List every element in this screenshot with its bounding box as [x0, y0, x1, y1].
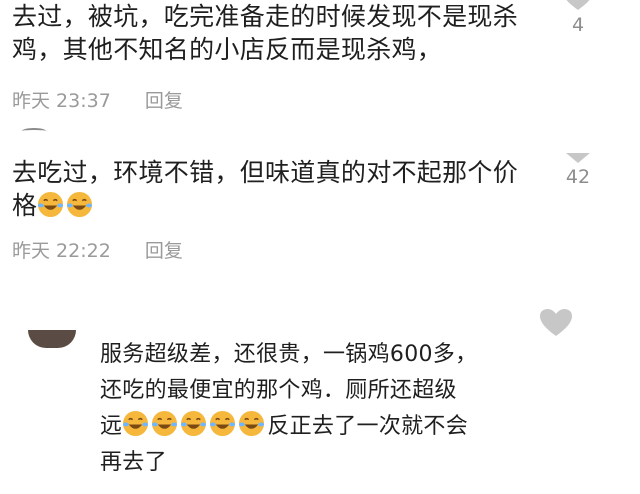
laughing-crying-emoji-icon: [67, 191, 93, 218]
comment-item: 去过，被坑，吃完准备走的时候发现不是现杀 鸡，其他不知名的小店反而是现杀鸡， 昨…: [0, 0, 640, 120]
reply-button[interactable]: 回复: [145, 240, 183, 262]
like-button[interactable]: 4: [558, 0, 598, 36]
comment-line: 服务超级差，还很贵，一锅鸡600多，: [100, 342, 478, 367]
comment-text: 去吃过，环境不错，但味道真的对不起那个价 格: [12, 156, 518, 222]
comment-line-text: 反正去了一次就不会: [267, 414, 469, 439]
comment-time: 昨天 22:22: [12, 240, 111, 262]
laughing-crying-emoji-icon: [123, 410, 149, 437]
laughing-crying-emoji-icon: [210, 410, 236, 437]
comment-item: 去吃过，环境不错，但味道真的对不起那个价 格 昨天 22:22 回复 42: [0, 150, 640, 270]
like-count: 4: [571, 14, 585, 36]
laughing-crying-emoji-icon: [239, 410, 265, 437]
comment-meta: 昨天 22:22 回复: [12, 236, 183, 263]
comment-time: 昨天 23:37: [12, 90, 111, 112]
like-count: 42: [565, 166, 591, 188]
heart-icon: [566, 153, 590, 163]
laughing-crying-emoji-icon: [152, 410, 178, 437]
laughing-crying-emoji-icon: [181, 410, 207, 437]
reply-button[interactable]: 回复: [145, 90, 183, 112]
comment-line: 还吃的最便宜的那个鸡．厕所还超级: [100, 378, 457, 403]
comment-text: 去过，被坑，吃完准备走的时候发现不是现杀 鸡，其他不知名的小店反而是现杀鸡，: [12, 0, 518, 66]
comment-text: 服务超级差，还很贵，一锅鸡600多， 还吃的最便宜的那个鸡．厕所还超级 远 反正去…: [100, 337, 477, 481]
comment-line: 去吃过，环境不错，但味道真的对不起那个价: [12, 158, 519, 187]
avatar[interactable]: [28, 330, 76, 348]
comment-meta: 昨天 23:37 回复: [12, 86, 183, 113]
avatar[interactable]: [22, 128, 46, 134]
comment-line-text: 格: [12, 191, 38, 220]
heart-icon: [540, 309, 572, 336]
like-button[interactable]: 42: [558, 152, 598, 188]
comment-item: 服务超级差，还很贵，一锅鸡600多， 还吃的最便宜的那个鸡．厕所还超级 远 反正去…: [0, 300, 640, 494]
comment-line: 再去了: [100, 450, 167, 475]
comment-line-text: 远: [100, 414, 123, 439]
heart-icon: [566, 0, 590, 10]
comment-line: 去过，被坑，吃完准备走的时候发现不是现杀: [12, 2, 519, 31]
like-button[interactable]: [536, 308, 576, 338]
comment-line: 格: [12, 189, 518, 222]
comment-line: 远 反正去了一次就不会: [100, 409, 477, 445]
comment-line: 鸡，其他不知名的小店反而是现杀鸡，: [12, 35, 443, 64]
laughing-crying-emoji-icon: [38, 191, 64, 218]
